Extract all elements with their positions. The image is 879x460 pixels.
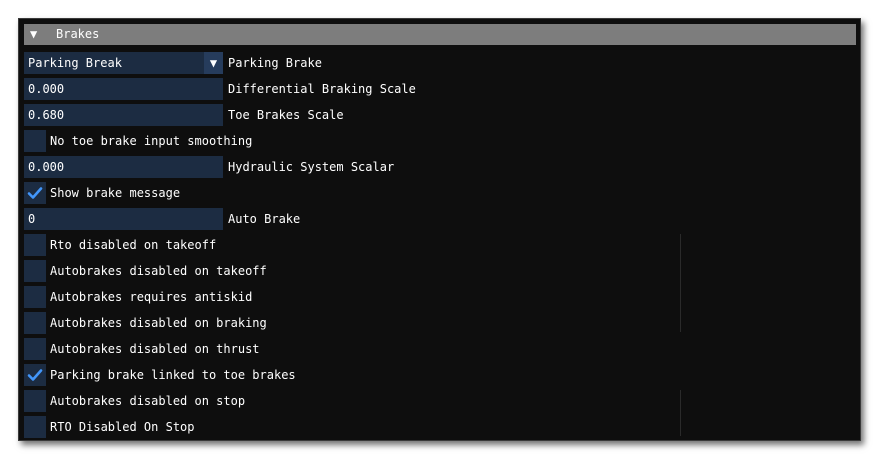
autobrakes-disabled-on-stop-checkbox[interactable] (24, 390, 46, 412)
autobrakes-disabled-on-stop-label: Autobrakes disabled on stop (50, 394, 246, 408)
toe-brakes-scale-input[interactable]: 0.680 (24, 104, 223, 126)
autobrakes-disabled-on-braking-label: Autobrakes disabled on braking (50, 316, 267, 330)
differential-braking-scale-input[interactable]: 0.000 (24, 78, 223, 100)
brakes-section-header[interactable]: ▼ Brakes (24, 24, 856, 45)
autobrakes-requires-antiskid-checkbox[interactable] (24, 286, 46, 308)
chevron-down-icon[interactable]: ▼ (204, 52, 223, 74)
parking-brake-row: Parking Break ▼ Parking Brake (24, 52, 856, 74)
brakes-panel: ▼ Brakes Parking Break ▼ Parking Brake 0… (18, 18, 861, 441)
no-toe-brake-smoothing-row: No toe brake input smoothing (24, 130, 856, 152)
collapse-triangle-icon[interactable]: ▼ (30, 24, 37, 45)
parking-brake-linked-label: Parking brake linked to toe brakes (50, 368, 296, 382)
autobrakes-disabled-on-takeoff-row: Autobrakes disabled on takeoff (24, 260, 856, 282)
checkmark-icon (27, 187, 43, 199)
differential-braking-scale-label: Differential Braking Scale (228, 82, 416, 96)
rto-disabled-on-takeoff-row: Rto disabled on takeoff (24, 234, 856, 256)
rto-disabled-on-takeoff-checkbox[interactable] (24, 234, 46, 256)
autobrakes-disabled-on-thrust-checkbox[interactable] (24, 338, 46, 360)
differential-braking-scale-row: 0.000 Differential Braking Scale (24, 78, 856, 100)
toe-brakes-scale-row: 0.680 Toe Brakes Scale (24, 104, 856, 126)
hydraulic-system-scalar-input[interactable]: 0.000 (24, 156, 223, 178)
show-brake-message-row: Show brake message (24, 182, 856, 204)
autobrakes-disabled-on-braking-checkbox[interactable] (24, 312, 46, 334)
autobrakes-disabled-on-thrust-row: Autobrakes disabled on thrust (24, 338, 856, 360)
checkmark-icon (27, 369, 43, 381)
section-title: Brakes (56, 27, 100, 41)
parking-brake-linked-row: Parking brake linked to toe brakes (24, 364, 856, 386)
auto-brake-input[interactable]: 0 (24, 208, 223, 230)
autobrakes-disabled-on-takeoff-checkbox[interactable] (24, 260, 46, 282)
rto-disabled-on-stop-row: RTO Disabled On Stop (24, 416, 856, 438)
parking-brake-linked-checkbox[interactable] (24, 364, 46, 386)
rto-disabled-on-stop-checkbox[interactable] (24, 416, 46, 438)
auto-brake-row: 0 Auto Brake (24, 208, 856, 230)
rto-disabled-on-takeoff-label: Rto disabled on takeoff (50, 238, 217, 252)
parking-brake-combo[interactable]: Parking Break (24, 52, 223, 74)
hydraulic-system-scalar-label: Hydraulic System Scalar (228, 160, 395, 174)
autobrakes-disabled-on-thrust-label: Autobrakes disabled on thrust (50, 342, 260, 356)
parking-brake-label: Parking Brake (228, 56, 322, 70)
autobrakes-disabled-on-braking-row: Autobrakes disabled on braking (24, 312, 856, 334)
autobrakes-requires-antiskid-label: Autobrakes requires antiskid (50, 290, 253, 304)
show-brake-message-checkbox[interactable] (24, 182, 46, 204)
hydraulic-system-scalar-row: 0.000 Hydraulic System Scalar (24, 156, 856, 178)
autobrakes-disabled-on-stop-row: Autobrakes disabled on stop (24, 390, 856, 412)
toe-brakes-scale-label: Toe Brakes Scale (228, 108, 344, 122)
auto-brake-label: Auto Brake (228, 212, 301, 226)
autobrakes-disabled-on-takeoff-label: Autobrakes disabled on takeoff (50, 264, 267, 278)
autobrakes-requires-antiskid-row: Autobrakes requires antiskid (24, 286, 856, 308)
rto-disabled-on-stop-label: RTO Disabled On Stop (50, 420, 195, 434)
no-toe-brake-smoothing-checkbox[interactable] (24, 130, 46, 152)
show-brake-message-label: Show brake message (50, 186, 181, 200)
no-toe-brake-smoothing-label: No toe brake input smoothing (50, 134, 253, 148)
